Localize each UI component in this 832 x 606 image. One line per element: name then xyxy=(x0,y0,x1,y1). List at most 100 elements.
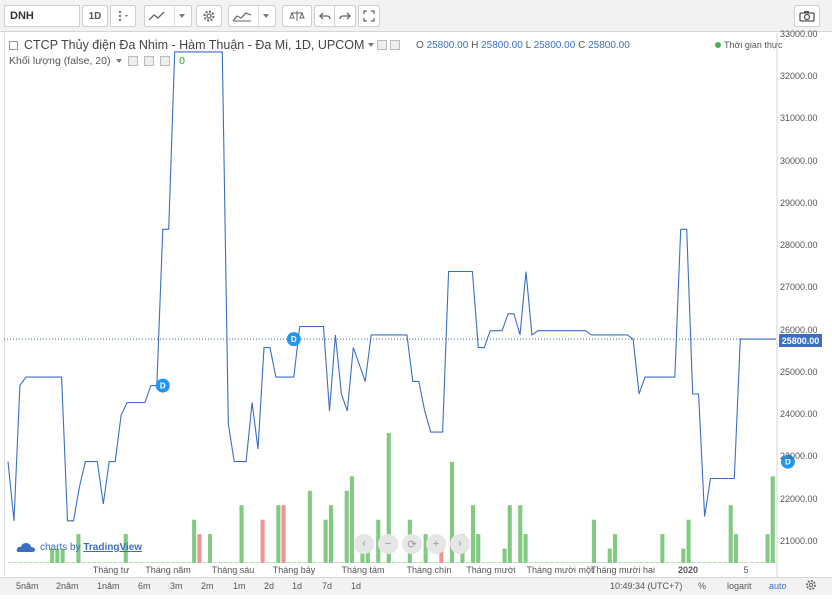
snapshot-button[interactable] xyxy=(794,5,820,27)
range-button-4[interactable]: 3m xyxy=(170,581,183,591)
footer-strip xyxy=(0,596,832,606)
volume-bar xyxy=(129,562,134,563)
volume-bar xyxy=(192,519,197,563)
volume-bar xyxy=(733,534,738,563)
scroll-right-icon[interactable]: › xyxy=(450,534,470,554)
close-icon[interactable] xyxy=(160,56,171,67)
volume-bar xyxy=(244,562,249,563)
line-chart-icon xyxy=(148,11,165,21)
volume-label: Khối lượng (false, 20) xyxy=(9,55,111,67)
redo-icon xyxy=(339,12,351,20)
volume-bar xyxy=(92,562,97,563)
settings-icon[interactable] xyxy=(805,579,817,593)
camera-icon xyxy=(799,11,815,22)
range-button-7[interactable]: 2d xyxy=(264,581,274,591)
range-button-5[interactable]: 2m xyxy=(201,581,214,591)
volume-bar xyxy=(607,548,612,563)
range-button-3[interactable]: 6m xyxy=(138,581,151,591)
volume-bar xyxy=(160,562,165,563)
chart-style-button[interactable] xyxy=(144,5,192,27)
reset-icon[interactable]: ⟳ xyxy=(402,534,422,554)
volume-value: 0 xyxy=(179,55,185,67)
volume-bar xyxy=(465,562,470,563)
dividend-marker[interactable]: D xyxy=(286,332,301,347)
volume-bar xyxy=(223,562,228,563)
volume-bar xyxy=(334,562,339,563)
gear-icon xyxy=(203,10,215,22)
open-label: O xyxy=(416,40,424,51)
symbol-description: CTCP Thủy điện Đa Nhim - Hàm Thuận - Đa … xyxy=(24,38,365,52)
settings-icon[interactable] xyxy=(144,56,155,67)
volume-bar xyxy=(276,505,281,563)
volume-bar xyxy=(755,562,760,563)
scroll-left-icon[interactable]: ‹ xyxy=(354,534,374,554)
volume-bar xyxy=(644,562,649,563)
volume-bar xyxy=(218,562,223,563)
navigation-buttons: ‹ − ⟳ + › xyxy=(354,534,470,554)
range-button-6[interactable]: 1m xyxy=(233,581,246,591)
range-button-9[interactable]: 7d xyxy=(322,581,332,591)
settings-button[interactable] xyxy=(196,5,222,27)
zoom-out-icon[interactable]: − xyxy=(378,534,398,554)
volume-bar xyxy=(549,562,554,563)
chart-canvas[interactable]: DDD xyxy=(0,33,832,577)
volume-bar xyxy=(186,562,191,563)
compare-button[interactable] xyxy=(282,5,312,27)
indicators-button[interactable] xyxy=(228,5,276,27)
volume-bar xyxy=(118,562,123,563)
redo-button[interactable] xyxy=(334,5,356,27)
volume-bar xyxy=(81,562,86,563)
range-button-10[interactable]: 1d xyxy=(351,581,361,591)
volume-bar xyxy=(728,505,733,563)
volume-bar xyxy=(739,562,744,563)
volume-bar xyxy=(544,562,549,563)
volume-bar xyxy=(665,562,670,563)
chevron-down-icon[interactable] xyxy=(368,43,375,47)
chevron-down-icon[interactable] xyxy=(116,59,123,64)
undo-button[interactable] xyxy=(314,5,336,27)
percent-toggle[interactable]: % xyxy=(698,581,706,591)
volume-bar xyxy=(402,562,407,563)
symbol-input[interactable] xyxy=(4,5,80,27)
interval-button[interactable]: 1D xyxy=(82,5,108,27)
clock: 10:49:34 (UTC+7) xyxy=(610,581,683,591)
volume-bar xyxy=(239,505,244,563)
volume-bar xyxy=(760,562,765,563)
volume-bar xyxy=(65,562,70,563)
branding-name[interactable]: TradingView xyxy=(83,542,142,553)
volume-bar xyxy=(455,562,460,563)
range-button-8[interactable]: 1d xyxy=(292,581,302,591)
eye-icon[interactable] xyxy=(377,40,388,50)
status-dot-icon xyxy=(715,42,721,48)
range-button-0[interactable]: 5năm xyxy=(16,581,39,591)
zoom-in-icon[interactable]: + xyxy=(426,534,446,554)
volume-bar xyxy=(507,505,512,563)
volume-bar xyxy=(628,562,633,563)
range-button-2[interactable]: 1năm xyxy=(97,581,120,591)
low-value: 25800.00 xyxy=(533,40,576,51)
volume-bar xyxy=(649,562,654,563)
settings-icon[interactable] xyxy=(390,40,401,50)
time-tick-label: Tháng tư xyxy=(92,565,130,575)
more-menu-icon[interactable] xyxy=(110,5,136,27)
volume-bar xyxy=(176,562,181,563)
tradingview-branding[interactable]: charts by TradingView xyxy=(16,541,142,553)
volume-bar xyxy=(44,562,49,563)
volume-bar xyxy=(260,519,265,563)
range-button-1[interactable]: 2năm xyxy=(56,581,79,591)
price-tick-label: 33000.00 xyxy=(780,29,818,39)
auto-scale-toggle[interactable]: auto xyxy=(769,581,787,591)
fullscreen-button[interactable] xyxy=(358,5,380,27)
dividend-marker[interactable]: D xyxy=(155,378,170,393)
volume-bar xyxy=(597,562,602,563)
volume-bar xyxy=(470,505,475,563)
log-toggle[interactable]: logarit xyxy=(727,581,752,591)
volume-bar xyxy=(29,562,34,563)
volume-bar xyxy=(712,562,717,563)
price-tick-label: 24000.00 xyxy=(780,409,818,420)
eye-icon[interactable] xyxy=(128,56,139,67)
volume-bar xyxy=(697,562,702,563)
volume-bar xyxy=(581,562,586,563)
collapse-square-icon[interactable] xyxy=(9,40,18,50)
volume-bar xyxy=(313,562,318,563)
